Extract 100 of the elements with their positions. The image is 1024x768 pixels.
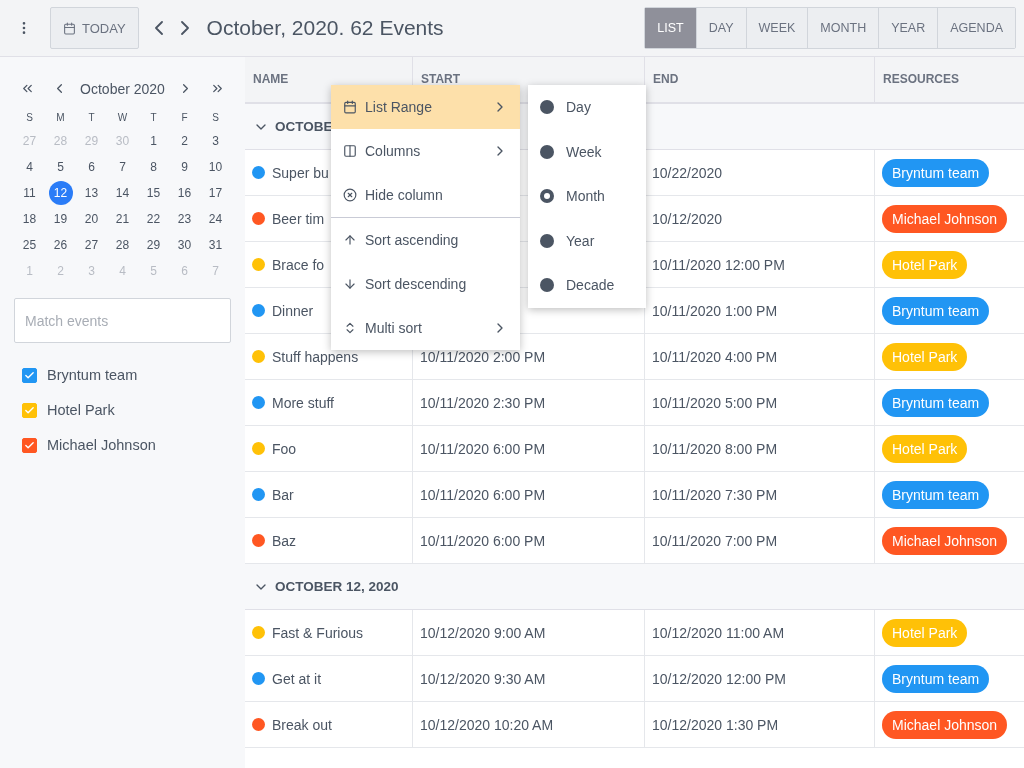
radio-button[interactable]	[540, 278, 554, 293]
event-name: Brace fo	[272, 256, 325, 273]
resource-tag: Hotel Park	[882, 342, 968, 371]
end-time: 10/11/2020 8:00 PM	[652, 440, 778, 457]
checkbox[interactable]	[22, 437, 37, 453]
resource-tag: Michael Johnson	[882, 204, 1008, 233]
menu-item[interactable]: Hide column	[331, 173, 520, 217]
calendar-day[interactable]: 20	[79, 207, 104, 231]
calendar-day[interactable]: 9	[172, 155, 197, 179]
calendar-day[interactable]: 28	[110, 233, 135, 257]
menu-item[interactable]: Multi sort	[331, 306, 520, 350]
calendar-day[interactable]: 4	[17, 155, 42, 179]
calendar-day[interactable]: 27	[79, 233, 104, 257]
filter-field[interactable]: Match events	[14, 298, 231, 343]
end-time: 10/12/2020 11:00 AM	[652, 624, 785, 641]
start-time: 10/12/2020 10:20 AM	[420, 716, 554, 733]
calendar-day[interactable]: 18	[17, 207, 42, 231]
start-time: 10/12/2020 9:30 AM	[420, 670, 546, 687]
end-time: 10/11/2020 1:00 PM	[652, 302, 778, 319]
view-tab[interactable]: WEEK	[745, 8, 808, 48]
resource-tag: Bryntum team	[882, 664, 990, 693]
event-name: Stuff happens	[272, 348, 359, 365]
resource-tag: Michael Johnson	[882, 526, 1008, 555]
calendar-day[interactable]: 22	[141, 207, 166, 231]
calendar-day[interactable]: 7	[110, 155, 135, 179]
calendar-day[interactable]: 1	[141, 129, 166, 153]
chevron-left-icon	[154, 21, 163, 35]
weekday-label: S	[25, 110, 34, 125]
resource-tag: Hotel Park	[882, 618, 968, 647]
calendar-day[interactable]: 13	[79, 181, 104, 205]
calendar-day[interactable]: 17	[203, 181, 228, 205]
checkbox[interactable]	[22, 367, 37, 383]
calendar-day[interactable]: 5	[48, 155, 73, 179]
view-tab[interactable]: DAY	[695, 8, 746, 48]
resource-label: Bryntum team	[47, 367, 138, 383]
menu-item[interactable]: Year	[528, 218, 646, 263]
resource-tag: Hotel Park	[882, 434, 968, 463]
start-time: 10/11/2020 2:30 PM	[420, 394, 546, 411]
event-name: Beer tim	[272, 210, 325, 227]
start-time: 10/11/2020 6:00 PM	[420, 532, 546, 549]
calendar-day[interactable]: 6	[79, 155, 104, 179]
menu-item[interactable]: Columns	[331, 129, 520, 173]
radio-button[interactable]	[540, 189, 554, 204]
event-name: Dinner	[272, 302, 314, 319]
end-time: 10/11/2020 12:00 PM	[652, 256, 785, 273]
end-time: 10/11/2020 4:00 PM	[652, 348, 778, 365]
weekday-label: M	[55, 110, 66, 125]
today-button[interactable]: TODAY	[50, 7, 139, 49]
menu-item[interactable]: List Range	[331, 85, 520, 129]
radio-button[interactable]	[540, 144, 554, 159]
weekday-label: W	[116, 110, 129, 125]
calendar-day[interactable]: 3	[203, 129, 228, 153]
calendar-day[interactable]: 26	[48, 233, 73, 257]
menu-item[interactable]: Sort descending	[331, 262, 520, 306]
calendar-day[interactable]: 29	[141, 233, 166, 257]
event-name: Baz	[272, 532, 297, 549]
calendar-day[interactable]: 14	[110, 181, 135, 205]
resource-tag: Bryntum team	[882, 296, 990, 325]
menu-item[interactable]: Sort ascending	[331, 218, 520, 262]
resource-tag: Bryntum team	[882, 480, 990, 509]
chevron-right-icon	[180, 21, 189, 35]
calendar-day[interactable]: 8	[141, 155, 166, 179]
menu-item[interactable]: Month	[528, 174, 646, 219]
group-header[interactable]: OCTOBER 12, 2020	[245, 564, 1024, 610]
start-time: 10/12/2020 9:00 AM	[420, 624, 546, 641]
end-time: 10/12/2020 12:00 PM	[652, 670, 786, 687]
calendar-day[interactable]: 24	[203, 207, 228, 231]
event-name: Foo	[272, 440, 297, 457]
radio-button[interactable]	[540, 233, 554, 248]
checkbox[interactable]	[22, 402, 37, 418]
check-icon	[24, 369, 35, 381]
end-time: 10/11/2020 5:00 PM	[652, 394, 778, 411]
calendar-day[interactable]: 23	[172, 207, 197, 231]
event-name: More stuff	[272, 394, 334, 411]
calendar-day[interactable]: 15	[141, 181, 166, 205]
radio-button[interactable]	[540, 100, 554, 115]
calendar-day[interactable]: 21	[110, 207, 135, 231]
start-time: 10/11/2020 2:00 PM	[420, 348, 546, 365]
end-time: 10/12/2020 1:30 PM	[652, 716, 779, 733]
calendar-day[interactable]: 25	[17, 233, 42, 257]
start-time: 10/11/2020 6:00 PM	[420, 486, 546, 503]
calendar-day[interactable]: 2	[172, 129, 197, 153]
menu-item[interactable]: Decade	[528, 263, 646, 308]
calendar-day[interactable]: 10	[203, 155, 228, 179]
calendar-day[interactable]: 30	[172, 233, 197, 257]
end-time: 10/11/2020 7:30 PM	[652, 486, 778, 503]
calendar-day[interactable]: 11	[17, 181, 42, 205]
calendar-day[interactable]: 12	[48, 181, 73, 205]
column-header[interactable]: RESOURCES	[875, 57, 1024, 102]
view-tab[interactable]: AGENDA	[937, 8, 1015, 48]
view-tab[interactable]: MONTH	[807, 8, 879, 48]
menu-item[interactable]: Week	[528, 129, 646, 174]
view-tab[interactable]: YEAR	[878, 8, 938, 48]
resource-tag: Bryntum team	[882, 158, 990, 187]
event-name: Break out	[272, 716, 332, 733]
calendar-day[interactable]: 16	[172, 181, 197, 205]
close-icon	[343, 188, 357, 202]
calendar-day[interactable]: 31	[203, 233, 228, 257]
calendar-day[interactable]: 19	[48, 207, 73, 231]
weekday-label: T	[87, 110, 96, 125]
